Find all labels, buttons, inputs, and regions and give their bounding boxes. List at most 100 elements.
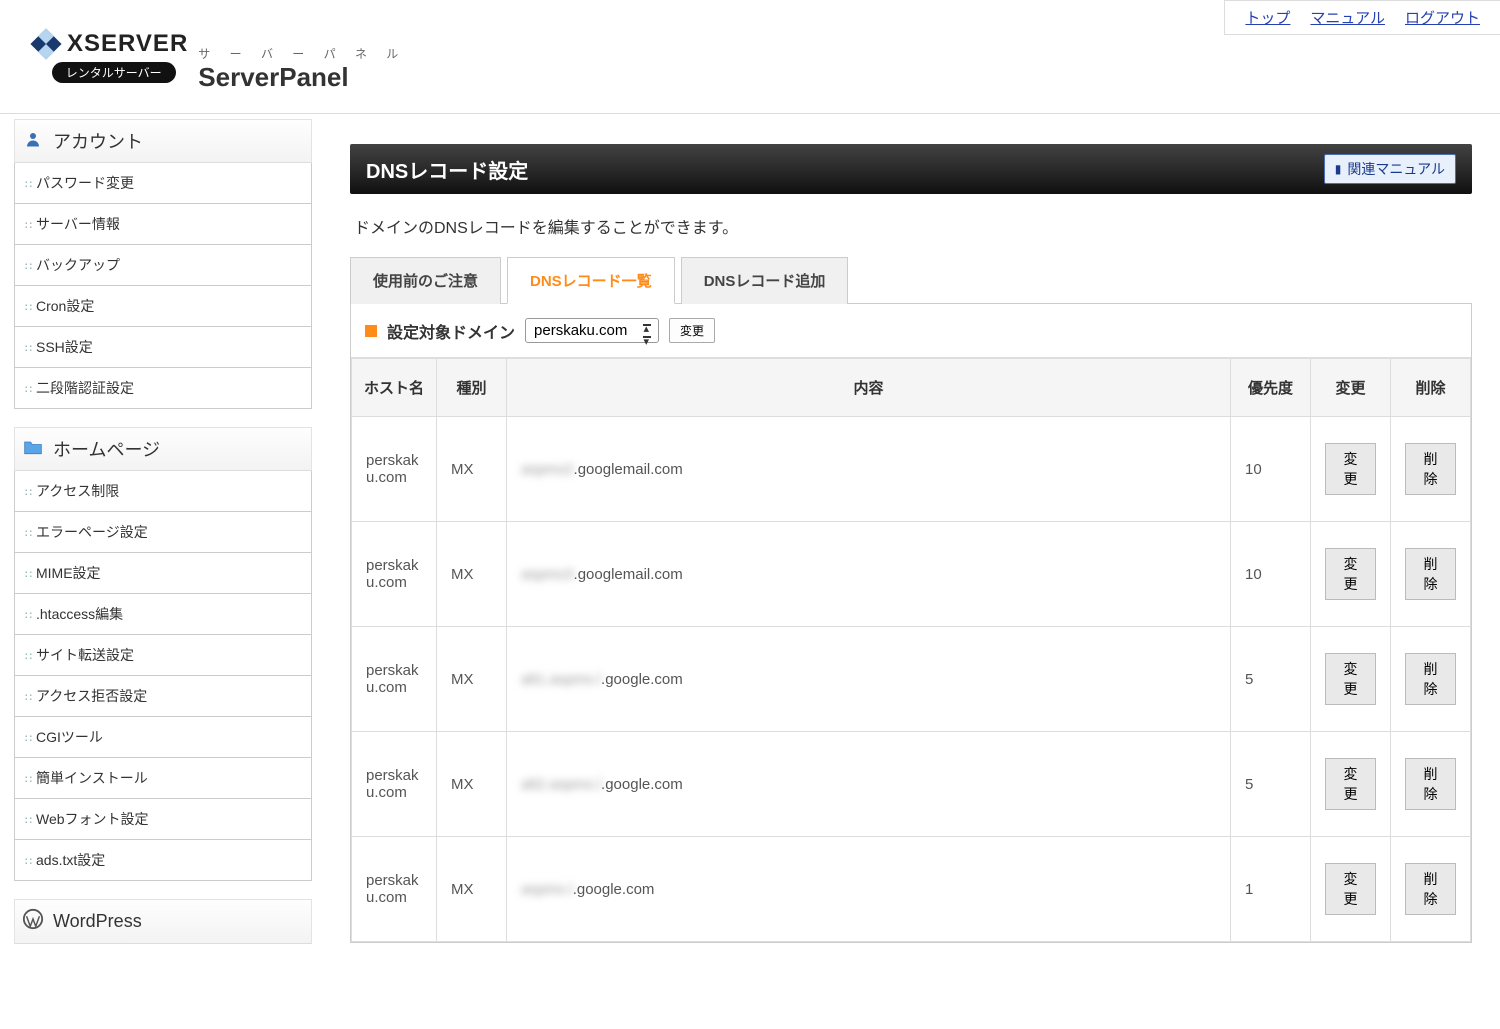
bullet-icon: ∷ — [25, 569, 32, 581]
sidebar-item[interactable]: ∷簡単インストール — [15, 757, 311, 798]
brand: XSERVER レンタルサーバー サ ー バ ー パ ネ ル ServerPan… — [0, 0, 436, 103]
sidebar-item[interactable]: ∷SSH設定 — [15, 326, 311, 367]
bullet-icon: ∷ — [25, 487, 32, 499]
sidebar-item[interactable]: ∷二段階認証設定 — [15, 367, 311, 408]
sidebar-item[interactable]: ∷エラーページ設定 — [15, 511, 311, 552]
edit-button[interactable]: 変更 — [1325, 653, 1376, 705]
cell-host: perskaku.com — [352, 417, 437, 522]
domain-change-button[interactable]: 変更 — [669, 318, 715, 343]
panel-title: ServerPanel — [198, 62, 406, 93]
sidebar-heading-homepage: ホームページ — [14, 427, 312, 471]
delete-button[interactable]: 削除 — [1405, 758, 1456, 810]
cell-host: perskaku.com — [352, 522, 437, 627]
sidebar-heading-account: アカウント — [14, 119, 312, 163]
bullet-icon: ∷ — [25, 733, 32, 745]
bullet-icon: ∷ — [25, 856, 32, 868]
cell-host: perskaku.com — [352, 837, 437, 942]
brand-badge: レンタルサーバー — [52, 62, 176, 83]
bullet-icon: ∷ — [25, 692, 32, 704]
table-row: perskaku.comMXaspmx.l.google.com1 変更削除 — [352, 837, 1471, 942]
table-row: perskaku.comMXalt2.aspmx.l.google.com5変更… — [352, 732, 1471, 837]
bullet-icon: ∷ — [25, 220, 32, 232]
domain-select[interactable]: perskaku.com — [525, 318, 659, 343]
tab-dns-add[interactable]: DNSレコード追加 — [681, 257, 849, 304]
square-icon — [365, 325, 377, 337]
bullet-icon: ∷ — [25, 343, 32, 355]
edit-button[interactable]: 変更 — [1325, 548, 1376, 600]
sidebar-item[interactable]: ∷パスワード変更 — [15, 163, 311, 203]
bullet-icon: ∷ — [25, 261, 32, 273]
dns-table: ホスト名 種別 内容 優先度 変更 削除 perskaku.comMXaspmx… — [351, 358, 1471, 942]
cell-type: MX — [437, 522, 507, 627]
sidebar-heading-label: WordPress — [53, 911, 142, 932]
person-icon — [21, 130, 45, 153]
related-manual-button[interactable]: 関連マニュアル — [1324, 154, 1456, 184]
delete-button[interactable]: 削除 — [1405, 863, 1456, 915]
page-title-bar: DNSレコード設定 関連マニュアル — [350, 144, 1472, 194]
delete-button[interactable]: 削除 — [1405, 443, 1456, 495]
th-host: ホスト名 — [352, 359, 437, 417]
logo-icon — [30, 28, 61, 59]
sidebar-item[interactable]: ∷CGIツール — [15, 716, 311, 757]
bullet-icon: ∷ — [25, 302, 32, 314]
delete-button[interactable]: 削除 — [1405, 653, 1456, 705]
sidebar-heading-label: ホームページ — [53, 436, 160, 462]
cell-content: aspmx3.googlemail.com — [507, 522, 1231, 627]
bullet-icon: ∷ — [25, 774, 32, 786]
sidebar-item[interactable]: ∷サイト転送設定 — [15, 634, 311, 675]
brand-name: XSERVER — [67, 30, 188, 58]
chevron-updown-icon: ▴▾ — [643, 322, 649, 348]
sidebar-item[interactable]: ∷アクセス拒否設定 — [15, 675, 311, 716]
folder-icon — [21, 438, 45, 461]
cell-type: MX — [437, 837, 507, 942]
link-logout[interactable]: ログアウト — [1405, 7, 1480, 28]
main: DNSレコード設定 関連マニュアル ドメインのDNSレコードを編集することができ… — [322, 114, 1500, 972]
edit-button[interactable]: 変更 — [1325, 758, 1376, 810]
sidebar-heading-label: アカウント — [53, 128, 143, 154]
wordpress-icon — [21, 908, 45, 935]
sidebar-item[interactable]: ∷サーバー情報 — [15, 203, 311, 244]
cell-priority: 1 — [1231, 837, 1311, 942]
cell-priority: 10 — [1231, 417, 1311, 522]
sidebar-item[interactable]: ∷Webフォント設定 — [15, 798, 311, 839]
th-content: 内容 — [507, 359, 1231, 417]
sidebar-item[interactable]: ∷MIME設定 — [15, 552, 311, 593]
cell-host: perskaku.com — [352, 732, 437, 837]
cell-type: MX — [437, 627, 507, 732]
link-manual[interactable]: マニュアル — [1310, 7, 1385, 28]
sidebar-item[interactable]: ∷アクセス制限 — [15, 471, 311, 511]
tabs: 使用前のご注意 DNSレコード一覧 DNSレコード追加 — [350, 256, 1472, 304]
th-priority: 優先度 — [1231, 359, 1311, 417]
table-row: perskaku.comMXaspmx2.googlemail.com10 変更削… — [352, 417, 1471, 522]
domain-selector-row: 設定対象ドメイン perskaku.com ▴▾ 変更 — [351, 304, 1471, 358]
page-title: DNSレコード設定 — [366, 155, 528, 184]
cell-content: aspmx2.googlemail.com — [507, 417, 1231, 522]
edit-button[interactable]: 変更 — [1325, 863, 1376, 915]
edit-button[interactable]: 変更 — [1325, 443, 1376, 495]
manual-btn-label: 関連マニュアル — [1347, 159, 1445, 179]
cell-type: MX — [437, 417, 507, 522]
cell-priority: 5 — [1231, 627, 1311, 732]
cell-host: perskaku.com — [352, 627, 437, 732]
sidebar-item[interactable]: ∷Cron設定 — [15, 285, 311, 326]
bullet-icon: ∷ — [25, 384, 32, 396]
th-edit: 変更 — [1311, 359, 1391, 417]
domain-label: 設定対象ドメイン — [387, 319, 515, 343]
table-row: perskaku.comMXalt1.aspmx.l.google.com5変更… — [352, 627, 1471, 732]
th-delete: 削除 — [1391, 359, 1471, 417]
bullet-icon: ∷ — [25, 179, 32, 191]
sidebar-item[interactable]: ∷バックアップ — [15, 244, 311, 285]
delete-button[interactable]: 削除 — [1405, 548, 1456, 600]
cell-content: aspmx.l.google.com — [507, 837, 1231, 942]
tab-dns-list[interactable]: DNSレコード一覧 — [507, 257, 675, 304]
sidebar-heading-wordpress: WordPress — [14, 899, 312, 944]
tab-caution[interactable]: 使用前のご注意 — [350, 257, 501, 304]
link-top[interactable]: トップ — [1245, 7, 1290, 28]
header: XSERVER レンタルサーバー サ ー バ ー パ ネ ル ServerPan… — [0, 0, 1500, 114]
sidebar-item[interactable]: ∷.htaccess編集 — [15, 593, 311, 634]
sidebar-item[interactable]: ∷ads.txt設定 — [15, 839, 311, 880]
bullet-icon: ∷ — [25, 528, 32, 540]
cell-content: alt2.aspmx.l.google.com — [507, 732, 1231, 837]
bullet-icon: ∷ — [25, 815, 32, 827]
page-description: ドメインのDNSレコードを編集することができます。 — [354, 214, 1468, 238]
